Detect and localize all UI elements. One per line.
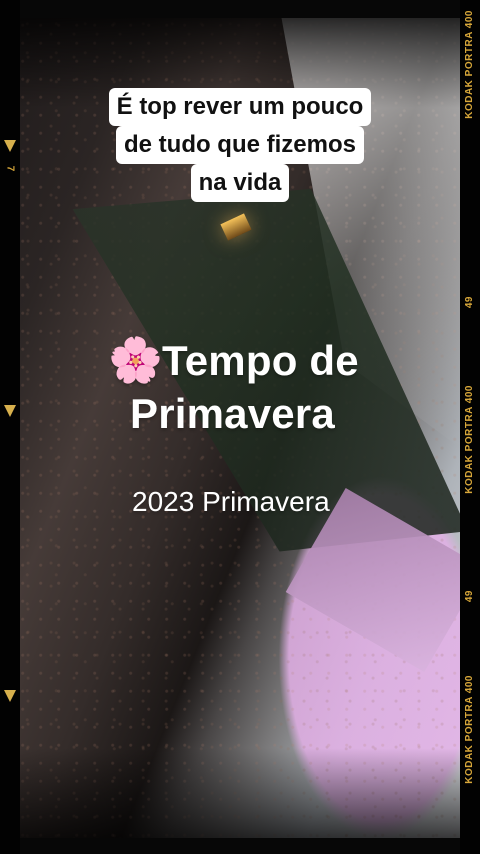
film-frame-number: 49 [464, 296, 475, 309]
bottom-shadow [20, 748, 460, 838]
story-subtitle: 2023 Primavera [132, 486, 330, 517]
film-brand-text: KODAK PORTRA 400 [464, 385, 475, 494]
story-caption: É top rever um pouco de tudo que fizemos… [90, 88, 390, 202]
title-line-2: Primavera [130, 390, 335, 437]
film-marker-icon [4, 405, 16, 417]
story-title: 🌸 Tempo de Primavera [108, 332, 398, 438]
caption-line-2: de tudo que fizemos [115, 126, 364, 164]
film-frame-number: 49 [464, 590, 475, 603]
title-line-1: Tempo de [162, 337, 359, 384]
film-marker-icon [4, 690, 16, 702]
film-brand-text: KODAK PORTRA 400 [464, 675, 475, 784]
title-row-1: 🌸 Tempo de [108, 332, 398, 390]
cherry-blossom-icon: 🌸 [108, 336, 163, 385]
caption-container: É top rever um pouco de tudo que fizemos… [0, 88, 480, 202]
caption-line-3: na vida [190, 164, 290, 202]
story-frame: 7 KODAK PORTRA 400 49 KODAK PORTRA 400 4… [0, 0, 480, 854]
caption-line-1: É top rever um pouco [108, 88, 372, 126]
